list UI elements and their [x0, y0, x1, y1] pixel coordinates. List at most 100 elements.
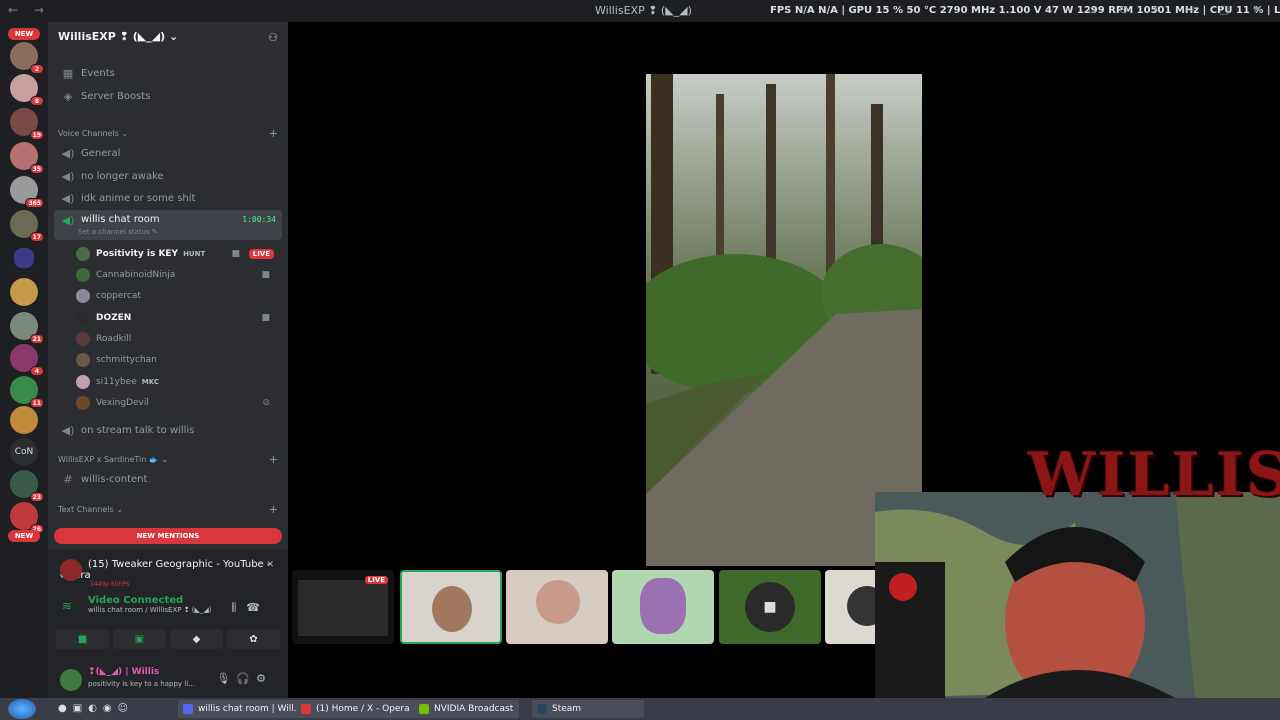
server-icon[interactable]: 11: [10, 376, 44, 408]
voice-member[interactable]: Roadkill: [76, 329, 280, 349]
app-icon[interactable]: ☺: [118, 703, 134, 714]
channel-label: General: [81, 147, 121, 159]
headphones-icon[interactable]: 🎧: [236, 672, 256, 685]
voice-channel[interactable]: ◀) no longer awake: [54, 165, 282, 187]
server-icon[interactable]: 21: [10, 312, 44, 344]
speaker-icon: ◀): [61, 214, 75, 227]
category-voice-channels[interactable]: Voice Channels ⌄ +: [58, 127, 278, 140]
voice-channel[interactable]: ◀) on stream talk to willis: [54, 419, 282, 441]
server-icon[interactable]: 35: [10, 142, 44, 174]
server-icon-con[interactable]: CoN: [10, 438, 38, 466]
menu-server-boosts[interactable]: ◈ Server Boosts: [54, 85, 282, 107]
app-icon[interactable]: ◐: [88, 703, 103, 714]
new-unread-pill[interactable]: NEW: [8, 28, 40, 40]
speaker-icon: ◀): [61, 191, 75, 205]
member-name: coppercat: [96, 291, 141, 301]
close-icon[interactable]: ✕: [266, 560, 274, 570]
app-icon[interactable]: ●: [58, 703, 73, 714]
category-text-channels[interactable]: Text Channels ⌄ +: [58, 503, 278, 516]
add-channel-icon[interactable]: +: [269, 453, 278, 466]
channel-status[interactable]: Set a channel status ✎: [78, 228, 158, 236]
speaker-icon: ◀): [61, 146, 75, 160]
signal-icon: ≋: [62, 599, 73, 613]
taskbar-item[interactable]: (1) Home / X - Opera: [296, 700, 416, 718]
start-button[interactable]: [8, 699, 36, 719]
soundboard-button[interactable]: ✿: [227, 629, 280, 649]
add-member-icon[interactable]: ⚇: [268, 31, 278, 44]
server-icon[interactable]: 19: [10, 108, 44, 140]
taskbar-item[interactable]: Steam: [532, 700, 644, 718]
nvidia-icon: [419, 704, 429, 714]
hash-icon: #: [63, 472, 73, 486]
camera-button[interactable]: ■: [56, 629, 109, 649]
voice-member[interactable]: DOZEN ■: [76, 308, 280, 328]
calendar-icon: ▦: [62, 66, 74, 80]
server-icon[interactable]: 26: [10, 502, 44, 534]
server-icon[interactable]: 2: [10, 42, 44, 74]
voice-member[interactable]: CannabinoidNinja ■: [76, 265, 280, 285]
activities-button[interactable]: ◆: [170, 629, 223, 649]
voice-channel[interactable]: ◀) idk anime or some shit: [54, 187, 282, 209]
app-icon[interactable]: ◉: [103, 703, 118, 714]
server-icon[interactable]: 4: [10, 344, 44, 376]
add-channel-icon[interactable]: +: [269, 503, 278, 516]
voice-actions[interactable]: ⫼☎: [231, 601, 270, 615]
server-icon[interactable]: 365: [10, 176, 44, 208]
settings-icon[interactable]: ⚙: [256, 672, 272, 685]
member-name: DOZEN: [96, 313, 132, 323]
menu-events[interactable]: ▦ Events: [54, 62, 282, 84]
participant-tile-screen[interactable]: LIVE: [292, 570, 394, 644]
app-icon[interactable]: ▣: [73, 703, 88, 714]
nav-arrows[interactable]: ← →: [8, 3, 50, 17]
participant-tile-avatar[interactable]: [506, 570, 608, 644]
server-list: NEW 2 8 19 35 365 17 21 4 11 CoN 23 26 N…: [0, 22, 48, 698]
voice-member[interactable]: VexingDevil ⊘: [76, 393, 280, 413]
server-header[interactable]: WillisEXP ❢ (◣_◢) ⌄ ⚇: [48, 22, 288, 54]
avatar: [640, 578, 686, 634]
add-channel-icon[interactable]: +: [269, 127, 278, 140]
participant-tile-avatar[interactable]: [612, 570, 714, 644]
avatar: [76, 353, 90, 367]
voice-member[interactable]: si11ybee MKC: [76, 372, 280, 392]
taskbar-label: willis chat room | Will...: [198, 704, 303, 714]
server-icon[interactable]: 8: [10, 74, 44, 106]
window-title: WillisEXP ❢ (◣_◢): [595, 4, 692, 17]
disconnect-icon[interactable]: ☎: [246, 601, 270, 614]
title-bar: ← → WillisEXP ❢ (◣_◢) FPS N/A N/A | GPU …: [0, 0, 1280, 22]
folder-icon[interactable]: [14, 248, 34, 268]
taskbar-item[interactable]: willis chat room | Will...: [178, 700, 309, 718]
participant-tile-camera[interactable]: [400, 570, 502, 644]
voice-connection: ≋ Video Connected willis chat room / Wil…: [60, 595, 280, 614]
server-icon[interactable]: 23: [10, 470, 44, 502]
boost-icon: ◈: [63, 89, 73, 103]
taskbar-label: (1) Home / X - Opera: [316, 704, 410, 714]
voice-channel-active[interactable]: ◀) willis chat room 1:00:34 Set a channe…: [54, 210, 282, 240]
taskbar-item[interactable]: NVIDIA Broadcast: [414, 700, 520, 718]
new-unread-pill[interactable]: NEW: [8, 530, 40, 542]
server-icon[interactable]: 17: [10, 210, 44, 242]
speaker-icon: ◀): [61, 169, 75, 183]
text-channel[interactable]: # willis-content: [54, 468, 282, 490]
new-mentions-bar[interactable]: NEW MENTIONS: [54, 528, 282, 544]
server-icon[interactable]: [10, 406, 38, 434]
window-controls[interactable]: ▫ ⊙ ✕ — □ ✕: [1088, 3, 1272, 16]
server-icon[interactable]: [10, 278, 38, 306]
microphone-icon[interactable]: 🎙: [216, 672, 236, 685]
screen-share-button[interactable]: ▣: [113, 629, 166, 649]
voice-member[interactable]: schmittychan: [76, 350, 280, 370]
voice-channel[interactable]: ◀) General: [54, 142, 282, 164]
voice-member[interactable]: coppercat: [76, 286, 280, 306]
category-collab[interactable]: WillisEXP x SardineTin 🐟 ⌄ +: [58, 453, 278, 466]
channel-label: no longer awake: [81, 170, 164, 182]
noise-suppression-icon[interactable]: ⫼: [231, 601, 246, 614]
user-status: positivity is key to a happy li...: [88, 680, 195, 688]
participant-tile-avatar[interactable]: ■: [719, 570, 821, 644]
participant-face: [432, 586, 472, 632]
server-name: WillisEXP ❢ (◣_◢) ⌄: [58, 30, 179, 43]
avatar[interactable]: [60, 669, 82, 691]
voice-member[interactable]: Positivity is KEY HUNT ■ LIVE: [76, 244, 280, 264]
camera-icon: ■: [231, 249, 240, 259]
activity-status[interactable]: (15) Tweaker Geographic - YouTube - Oper…: [60, 559, 280, 588]
webcam-overlay: [875, 492, 1280, 698]
user-name[interactable]: ❢(◣_◢) | Willis: [88, 667, 159, 677]
